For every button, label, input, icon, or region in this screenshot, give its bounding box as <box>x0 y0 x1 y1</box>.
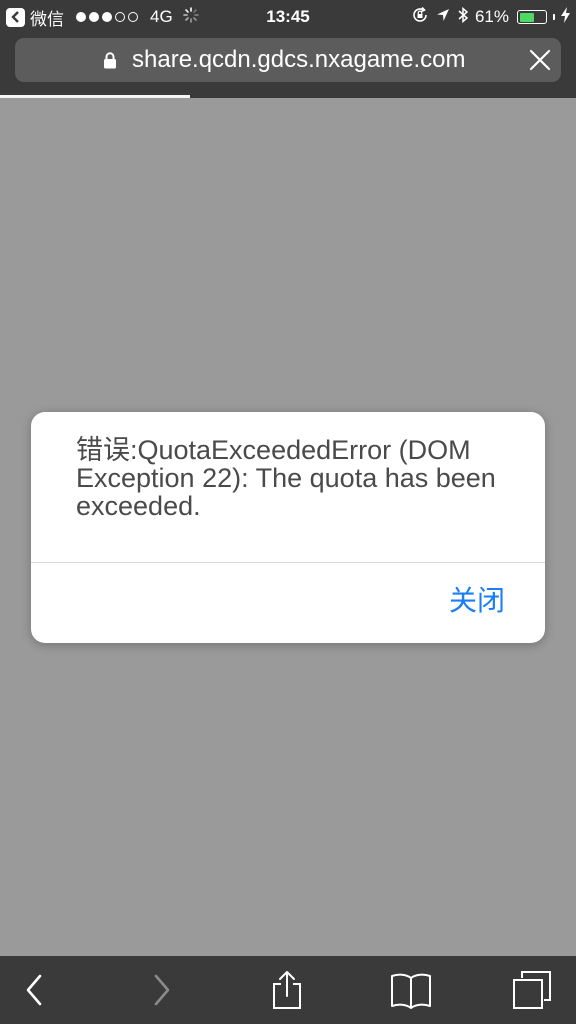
status-bar: 微信 4G 13:45 61% <box>0 0 576 34</box>
alert-dialog: 错误:QuotaExceededError (DOM Exception 22)… <box>31 412 545 643</box>
bookmarks-icon[interactable] <box>390 970 432 1010</box>
back-icon[interactable] <box>22 970 46 1010</box>
battery-tip <box>553 14 555 20</box>
charging-bolt-icon <box>561 6 570 28</box>
forward-icon[interactable] <box>150 970 174 1010</box>
bottom-toolbar <box>0 956 576 1024</box>
alert-message: 错误:QuotaExceededError (DOM Exception 22)… <box>76 435 496 521</box>
battery-icon <box>517 10 547 24</box>
alert-divider <box>31 562 545 563</box>
tabs-icon[interactable] <box>512 970 552 1010</box>
bluetooth-icon <box>457 6 469 29</box>
lock-icon <box>103 52 117 74</box>
battery-level-fill <box>519 12 535 22</box>
status-right: 61% <box>411 5 570 29</box>
rotation-lock-icon <box>411 6 429 29</box>
location-icon <box>435 7 451 28</box>
close-button[interactable]: 关闭 <box>449 584 505 618</box>
browser-bar: share.qcdn.gdcs.nxagame.com <box>0 34 576 98</box>
page-load-progress-bar <box>0 95 191 98</box>
close-icon[interactable] <box>529 49 551 71</box>
address-field[interactable]: share.qcdn.gdcs.nxagame.com <box>15 38 561 82</box>
url-text[interactable]: share.qcdn.gdcs.nxagame.com <box>132 38 466 82</box>
battery-percent: 61% <box>474 7 509 26</box>
share-icon[interactable] <box>270 970 304 1010</box>
